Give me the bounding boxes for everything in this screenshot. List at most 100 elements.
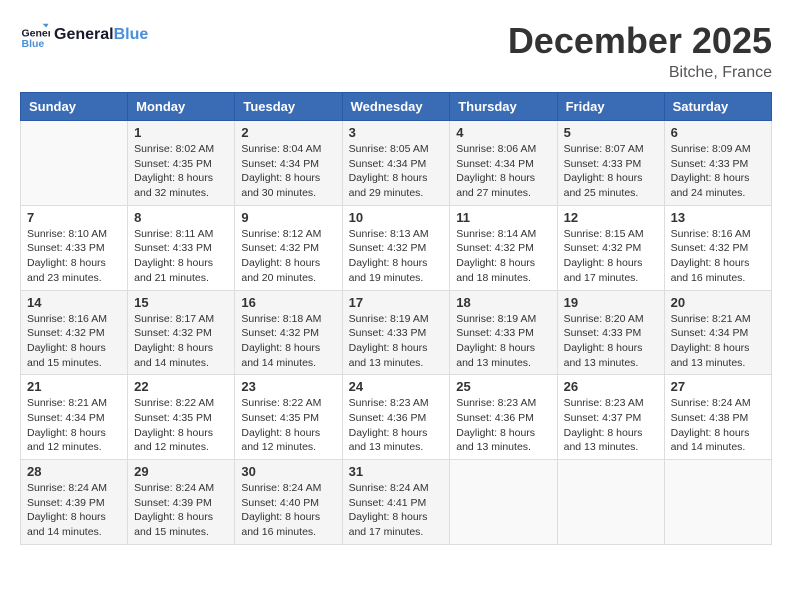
day-info: Sunrise: 8:22 AMSunset: 4:35 PMDaylight:… <box>241 396 335 455</box>
day-info: Sunrise: 8:23 AMSunset: 4:37 PMDaylight:… <box>564 396 658 455</box>
calendar-cell: 21Sunrise: 8:21 AMSunset: 4:34 PMDayligh… <box>21 375 128 460</box>
day-number: 8 <box>134 210 228 225</box>
calendar-week-row: 14Sunrise: 8:16 AMSunset: 4:32 PMDayligh… <box>21 290 772 375</box>
day-info: Sunrise: 8:06 AMSunset: 4:34 PMDaylight:… <box>456 142 550 201</box>
day-info: Sunrise: 8:07 AMSunset: 4:33 PMDaylight:… <box>564 142 658 201</box>
day-number: 15 <box>134 295 228 310</box>
calendar-cell: 19 Sunrise: 8:20 AMSunset: 4:33 PMDayligh… <box>557 290 664 375</box>
day-info: Sunrise: 8:13 AMSunset: 4:32 PMDaylight:… <box>349 227 444 286</box>
day-number: 1 <box>134 125 228 140</box>
header-friday: Friday <box>557 93 664 121</box>
day-info: Sunrise: 8:24 AMSunset: 4:41 PMDaylight:… <box>349 481 444 540</box>
day-info: Sunrise: 8:05 AMSunset: 4:34 PMDaylight:… <box>349 142 444 201</box>
day-number: 12 <box>564 210 658 225</box>
calendar-cell: 29 Sunrise: 8:24 AMSunset: 4:39 PMDayligh… <box>128 460 235 545</box>
day-number: 13 <box>671 210 765 225</box>
calendar-cell: 8 Sunrise: 8:11 AMSunset: 4:33 PMDaylight… <box>128 205 235 290</box>
day-number: 7 <box>27 210 121 225</box>
calendar-cell: 6 Sunrise: 8:09 AMSunset: 4:33 PMDaylight… <box>664 121 771 206</box>
calendar-cell: 5 Sunrise: 8:07 AMSunset: 4:33 PMDaylight… <box>557 121 664 206</box>
logo-icon: General Blue <box>20 20 50 50</box>
day-info: Sunrise: 8:24 AMSunset: 4:38 PMDaylight:… <box>671 396 765 455</box>
day-number: 16 <box>241 295 335 310</box>
calendar-cell: 17 Sunrise: 8:19 AMSunset: 4:33 PMDayligh… <box>342 290 450 375</box>
title-block: December 2025 Bitche, France <box>508 20 772 82</box>
calendar-week-row: 28 Sunrise: 8:24 AMSunset: 4:39 PMDayligh… <box>21 460 772 545</box>
calendar-cell: 27 Sunrise: 8:24 AMSunset: 4:38 PMDayligh… <box>664 375 771 460</box>
day-info: Sunrise: 8:16 AMSunset: 4:32 PMDaylight:… <box>27 312 121 371</box>
day-number: 20 <box>671 295 765 310</box>
calendar-cell: 18 Sunrise: 8:19 AMSunset: 4:33 PMDayligh… <box>450 290 557 375</box>
calendar-week-row: 1 Sunrise: 8:02 AMSunset: 4:35 PMDaylight… <box>21 121 772 206</box>
day-number: 30 <box>241 464 335 479</box>
day-info: Sunrise: 8:12 AMSunset: 4:32 PMDaylight:… <box>241 227 335 286</box>
calendar-cell: 25 Sunrise: 8:23 AMSunset: 4:36 PMDayligh… <box>450 375 557 460</box>
page-header: General Blue GeneralBlue December 2025 B… <box>20 20 772 82</box>
calendar-cell: 20 Sunrise: 8:21 AMSunset: 4:34 PMDayligh… <box>664 290 771 375</box>
day-info: Sunrise: 8:19 AMSunset: 4:33 PMDaylight:… <box>456 312 550 371</box>
calendar-cell: 4Sunrise: 8:06 AMSunset: 4:34 PMDaylight… <box>450 121 557 206</box>
day-info: Sunrise: 8:24 AMSunset: 4:40 PMDaylight:… <box>241 481 335 540</box>
day-number: 23 <box>241 379 335 394</box>
calendar-cell: 23 Sunrise: 8:22 AMSunset: 4:35 PMDayligh… <box>235 375 342 460</box>
day-info: Sunrise: 8:22 AMSunset: 4:35 PMDaylight:… <box>134 396 228 455</box>
header-tuesday: Tuesday <box>235 93 342 121</box>
day-info: Sunrise: 8:23 AMSunset: 4:36 PMDaylight:… <box>456 396 550 455</box>
svg-text:Blue: Blue <box>22 38 45 50</box>
day-info: Sunrise: 8:24 AMSunset: 4:39 PMDaylight:… <box>134 481 228 540</box>
calendar-week-row: 21Sunrise: 8:21 AMSunset: 4:34 PMDayligh… <box>21 375 772 460</box>
day-number: 29 <box>134 464 228 479</box>
day-info: Sunrise: 8:19 AMSunset: 4:33 PMDaylight:… <box>349 312 444 371</box>
day-number: 2 <box>241 125 335 140</box>
day-info: Sunrise: 8:09 AMSunset: 4:33 PMDaylight:… <box>671 142 765 201</box>
calendar-cell: 7Sunrise: 8:10 AMSunset: 4:33 PMDaylight… <box>21 205 128 290</box>
calendar-cell: 22 Sunrise: 8:22 AMSunset: 4:35 PMDayligh… <box>128 375 235 460</box>
calendar-cell: 11 Sunrise: 8:14 AMSunset: 4:32 PMDayligh… <box>450 205 557 290</box>
day-info: Sunrise: 8:04 AMSunset: 4:34 PMDaylight:… <box>241 142 335 201</box>
calendar-cell: 9 Sunrise: 8:12 AMSunset: 4:32 PMDaylight… <box>235 205 342 290</box>
logo-blue: Blue <box>114 26 149 43</box>
day-info: Sunrise: 8:18 AMSunset: 4:32 PMDaylight:… <box>241 312 335 371</box>
day-number: 3 <box>349 125 444 140</box>
day-number: 5 <box>564 125 658 140</box>
day-number: 6 <box>671 125 765 140</box>
calendar-cell: 14Sunrise: 8:16 AMSunset: 4:32 PMDayligh… <box>21 290 128 375</box>
day-info: Sunrise: 8:21 AMSunset: 4:34 PMDaylight:… <box>671 312 765 371</box>
day-info: Sunrise: 8:23 AMSunset: 4:36 PMDaylight:… <box>349 396 444 455</box>
day-number: 19 <box>564 295 658 310</box>
location: Bitche, France <box>508 64 772 82</box>
day-number: 18 <box>456 295 550 310</box>
day-number: 11 <box>456 210 550 225</box>
calendar-cell: 28Sunrise: 8:24 AMSunset: 4:39 PMDayligh… <box>21 460 128 545</box>
day-number: 24 <box>349 379 444 394</box>
calendar-table: Sunday Monday Tuesday Wednesday Thursday… <box>20 92 772 545</box>
calendar-cell: 2 Sunrise: 8:04 AMSunset: 4:34 PMDaylight… <box>235 121 342 206</box>
calendar-cell: 1 Sunrise: 8:02 AMSunset: 4:35 PMDaylight… <box>128 121 235 206</box>
day-info: Sunrise: 8:14 AMSunset: 4:32 PMDaylight:… <box>456 227 550 286</box>
day-info: Sunrise: 8:02 AMSunset: 4:35 PMDaylight:… <box>134 142 228 201</box>
day-info: Sunrise: 8:20 AMSunset: 4:33 PMDaylight:… <box>564 312 658 371</box>
header-wednesday: Wednesday <box>342 93 450 121</box>
calendar-cell: 10Sunrise: 8:13 AMSunset: 4:32 PMDayligh… <box>342 205 450 290</box>
day-number: 9 <box>241 210 335 225</box>
header-saturday: Saturday <box>664 93 771 121</box>
calendar-cell <box>557 460 664 545</box>
calendar-cell: 15 Sunrise: 8:17 AMSunset: 4:32 PMDayligh… <box>128 290 235 375</box>
calendar-cell: 24 Sunrise: 8:23 AMSunset: 4:36 PMDayligh… <box>342 375 450 460</box>
day-number: 27 <box>671 379 765 394</box>
day-number: 22 <box>134 379 228 394</box>
day-info: Sunrise: 8:21 AMSunset: 4:34 PMDaylight:… <box>27 396 121 455</box>
calendar-cell: 12Sunrise: 8:15 AMSunset: 4:32 PMDayligh… <box>557 205 664 290</box>
day-info: Sunrise: 8:17 AMSunset: 4:32 PMDaylight:… <box>134 312 228 371</box>
day-info: Sunrise: 8:16 AMSunset: 4:32 PMDaylight:… <box>671 227 765 286</box>
calendar-cell: 16 Sunrise: 8:18 AMSunset: 4:32 PMDayligh… <box>235 290 342 375</box>
day-number: 25 <box>456 379 550 394</box>
logo: General Blue GeneralBlue <box>20 20 148 50</box>
logo-general: General <box>54 26 114 43</box>
day-number: 31 <box>349 464 444 479</box>
day-number: 17 <box>349 295 444 310</box>
calendar-cell <box>450 460 557 545</box>
day-number: 28 <box>27 464 121 479</box>
day-info: Sunrise: 8:11 AMSunset: 4:33 PMDaylight:… <box>134 227 228 286</box>
calendar-cell: 13 Sunrise: 8:16 AMSunset: 4:32 PMDayligh… <box>664 205 771 290</box>
